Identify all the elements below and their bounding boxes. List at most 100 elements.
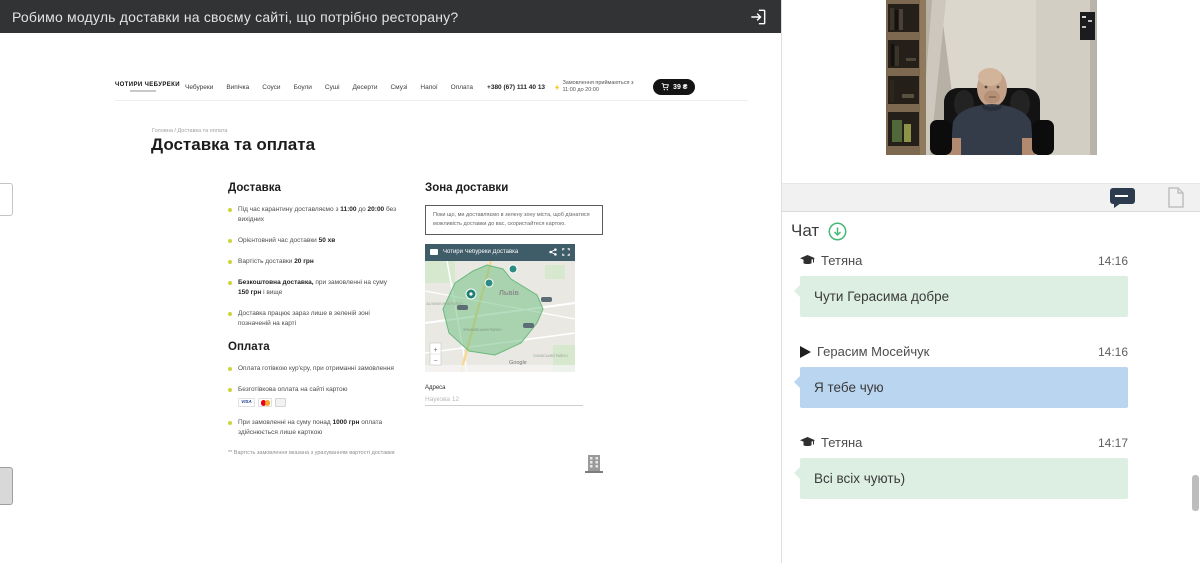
restaurant-logo[interactable]: ЧОТИРИ ЧЕБУРЕКИ (115, 82, 171, 92)
bullet-dot (228, 260, 232, 264)
delivery-payment-column: Доставка Під час карантину доставляємо з… (228, 182, 398, 456)
cart-icon (661, 83, 669, 91)
message-text: Всі всіх чують) (814, 471, 905, 486)
map-marker (509, 265, 517, 273)
bullet-dot (228, 312, 232, 316)
payment-section-title: Оплата (228, 341, 398, 353)
message-author-row: Герасим Мосейчук 14:16 (800, 343, 1128, 360)
nav-item[interactable]: Десерти (353, 84, 378, 91)
working-hours: Замовлення приймаються з 11:00 до 20:00 (555, 80, 643, 95)
logo-tagline (130, 90, 156, 92)
panel-toolbar (782, 183, 1200, 212)
zoom-in-button[interactable]: + (433, 347, 437, 354)
share-icon[interactable] (549, 248, 557, 256)
bullet-dot (228, 208, 232, 212)
chat-message-list: Тетяна 14:16 Чути Герасима добре Герасим… (800, 252, 1128, 525)
nav-item[interactable]: Боули (294, 84, 312, 91)
graduation-cap-icon (800, 437, 815, 448)
page-title: Доставка та оплата (151, 135, 315, 155)
chat-tab-icon[interactable] (1109, 187, 1136, 209)
nav-item[interactable]: Напої (420, 84, 437, 91)
map-canvas[interactable]: Львів ЗАЛІЗНИЧНИЙ РАЙОН ФРАНКІВСЬКИЙ РАЙ… (425, 261, 575, 372)
nav-item[interactable]: Соуси (262, 84, 280, 91)
nav-item[interactable]: Оплата (451, 84, 473, 91)
delivery-bullet: Під час карантину доставляємо з 11:00 до… (228, 205, 398, 225)
payment-footnote: ** Вартість замовлення вказана з урахува… (228, 450, 398, 456)
zone-notice: Поки що, ми доставляємо в зелену зону мі… (425, 205, 603, 235)
map-header: Чотири Чебуреки Доставка (425, 244, 575, 261)
files-tab-icon[interactable] (1167, 187, 1185, 208)
message-text: Чути Герасима добре (814, 289, 949, 304)
shared-screen: ЧОТИРИ ЧЕБУРЕКИ Чебуреки Випічка Соуси Б… (107, 70, 752, 510)
message-author-row: Тетяна 14:17 (800, 434, 1128, 451)
breadcrumb: Головна / Доставка та оплата (152, 128, 227, 134)
message-time: 14:16 (1098, 345, 1128, 359)
delivery-bullet-list: Під час карантину доставляємо з 11:00 до… (228, 205, 398, 330)
nav-item[interactable]: Смузі (390, 84, 407, 91)
building-icon (585, 453, 603, 473)
address-input[interactable] (425, 394, 583, 406)
leave-button[interactable] (745, 4, 771, 30)
author-name: Тетяна (821, 435, 862, 450)
scroll-to-latest-icon[interactable] (828, 222, 847, 241)
message-time: 14:17 (1098, 436, 1128, 450)
bullet-dot (228, 388, 232, 392)
side-tab-bottom[interactable] (0, 467, 13, 505)
payment-bullet: Оплата готівкою кур'єру, при отриманні з… (228, 364, 398, 374)
cart-button[interactable]: 39 ₴ (653, 79, 695, 95)
lightning-icon (555, 83, 559, 92)
play-icon (800, 346, 811, 358)
zoom-out-button[interactable]: − (433, 357, 437, 364)
bullet-dot (228, 421, 232, 425)
message-text: Я тебе чую (814, 380, 884, 395)
site-nav: Чебуреки Випічка Соуси Боули Суші Десерт… (185, 84, 473, 91)
message-bubble: Всі всіх чують) (800, 458, 1128, 499)
nav-item[interactable]: Випічка (226, 84, 249, 91)
payment-bullet: При замовленні на суму понад 1000 грн оп… (228, 418, 398, 438)
message-bubble: Чути Герасима добре (800, 276, 1128, 317)
logout-icon (748, 7, 768, 27)
chat-title: Чат (791, 221, 819, 241)
delivery-zone-column: Зона доставки Поки що, ми доставляємо в … (425, 182, 617, 406)
chat-header: Чат (791, 221, 847, 241)
address-label: Адреса (425, 385, 617, 391)
map-marker (485, 279, 493, 287)
presentation-area: ЧОТИРИ ЧЕБУРЕКИ Чебуреки Випічка Соуси Б… (0, 33, 781, 563)
message-bubble: Я тебе чую (800, 367, 1128, 408)
map-district-label: СИХІВСЬКИЙ РАЙОН (533, 354, 568, 358)
map-title[interactable]: Чотири Чебуреки Доставка (443, 249, 544, 255)
chat-message: Тетяна 14:17 Всі всіх чують) (800, 434, 1128, 499)
map-view-icon[interactable] (430, 249, 438, 255)
author-name: Герасим Мосейчук (817, 344, 929, 359)
google-attribution: Google (509, 360, 527, 366)
graduation-cap-icon (800, 255, 815, 266)
fullscreen-icon[interactable] (562, 248, 570, 256)
webinar-title: Робимо модуль доставки на своєму сайті, … (12, 9, 458, 25)
mastercard-icon (258, 398, 272, 407)
bullet-dot (228, 367, 232, 371)
site-header: ЧОТИРИ ЧЕБУРЕКИ Чебуреки Випічка Соуси Б… (115, 74, 748, 101)
bullet-dot (228, 281, 232, 285)
visa-icon: VISA (238, 398, 255, 407)
delivery-bullet: Вартість доставки 20 грн (228, 257, 398, 267)
chat-scrollbar-thumb[interactable] (1192, 475, 1199, 511)
right-panel: Чат Тетяна 14:16 Чути Герасима добре (781, 0, 1200, 563)
delivery-section-title: Доставка (228, 182, 398, 194)
cart-total: 39 ₴ (673, 84, 687, 91)
map-district-label: ФРАНКІВСЬКИЙ РАЙОН (463, 328, 502, 332)
map-zoom-control[interactable]: + − (430, 343, 441, 365)
payment-bullet: Безготівкова оплата на сайті картою VISA (228, 385, 398, 407)
message-author-row: Тетяна 14:16 (800, 252, 1128, 269)
nav-item[interactable]: Чебуреки (185, 84, 213, 91)
delivery-bullet: Орієнтовний час доставки 50 хв (228, 236, 398, 246)
working-hours-text: Замовлення приймаються з 11:00 до 20:00 (562, 80, 643, 95)
side-tab-top[interactable] (0, 183, 13, 216)
bullet-dot (228, 239, 232, 243)
delivery-bullet: Доставка працює зараз лише в зеленій зон… (228, 309, 398, 329)
nav-item[interactable]: Суші (325, 84, 340, 91)
card-logos: VISA (238, 398, 398, 407)
zone-section-title: Зона доставки (425, 182, 617, 194)
phone-number[interactable]: +380 (67) 111 40 13 (487, 84, 545, 91)
author-name: Тетяна (821, 253, 862, 268)
chat-message: Герасим Мосейчук 14:16 Я тебе чую (800, 343, 1128, 408)
